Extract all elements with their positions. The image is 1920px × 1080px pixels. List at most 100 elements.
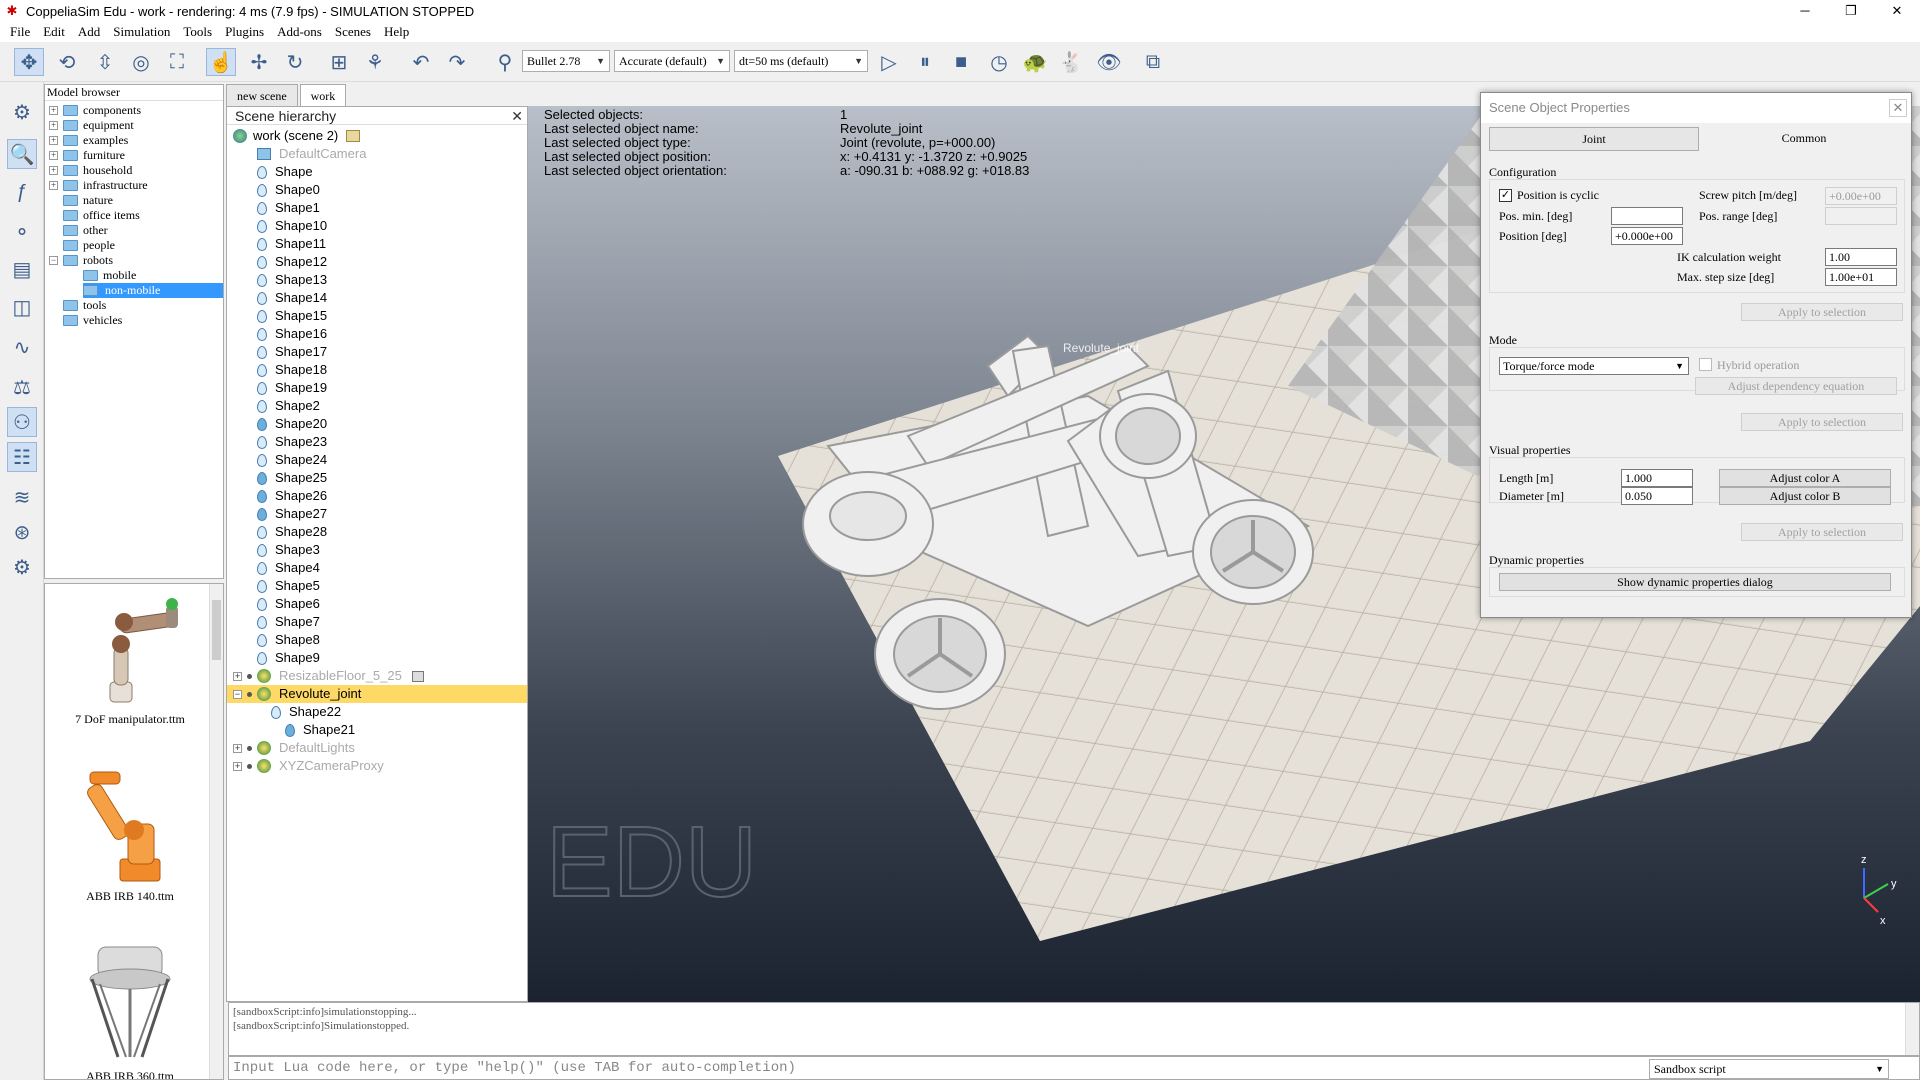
ik-weight-field[interactable]: 1.00 (1825, 248, 1897, 266)
hierarchy-item[interactable]: Shape4 (227, 559, 320, 577)
lua-input[interactable]: Input Lua code here, or type "help()" (u… (233, 1060, 796, 1076)
menu-scenes[interactable]: Scenes (329, 24, 378, 40)
hierarchy-item[interactable]: Shape5 (227, 577, 320, 595)
selection-icon[interactable]: ⚖ (7, 372, 37, 402)
hierarchy-item[interactable]: Shape28 (227, 523, 327, 541)
script-icon[interactable] (411, 670, 424, 682)
hierarchy-item[interactable]: + XYZCameraProxy (227, 757, 384, 775)
menu-file[interactable]: File (4, 24, 37, 40)
video-recorder-icon[interactable]: ⊛ (7, 517, 37, 547)
apply-config-button[interactable]: Apply to selection (1741, 303, 1903, 321)
hierarchy-item[interactable]: Shape6 (227, 595, 320, 613)
folder-examples[interactable]: + examples (49, 133, 128, 148)
model-browser-toggle-icon[interactable]: ⚇ (7, 407, 37, 437)
undo-icon[interactable]: ↶ (406, 48, 436, 76)
object-properties-icon[interactable]: 🔍 (7, 139, 37, 169)
hierarchy-item[interactable]: Shape13 (227, 271, 327, 289)
expand-icon[interactable]: + (49, 151, 58, 160)
hierarchy-item[interactable]: Shape19 (227, 379, 327, 397)
model-thumb-abb360[interactable]: ABB IRB 360.ttm (55, 939, 205, 1079)
calculation-modules-icon[interactable]: ƒ (7, 177, 37, 207)
scene-hierarchy-toggle-icon[interactable]: ☷ (7, 442, 37, 472)
slow-down-icon[interactable]: 🐢 (1020, 48, 1050, 76)
hierarchy-item[interactable]: Shape12 (227, 253, 327, 271)
tab-common[interactable]: Common (1703, 127, 1905, 151)
folder-components[interactable]: + components (49, 103, 141, 118)
mode-select[interactable]: Torque/force mode ▼ (1499, 357, 1689, 375)
user-settings-icon[interactable]: ⚙ (7, 552, 37, 582)
shape-edit-icon[interactable]: ◫ (7, 292, 37, 322)
hierarchy-item[interactable]: DefaultCamera (227, 145, 366, 163)
adjust-dependency-button[interactable]: Adjust dependency equation (1695, 377, 1897, 395)
adjust-color-b-button[interactable]: Adjust color B (1719, 487, 1891, 505)
thumbnails-scrollbar[interactable] (209, 584, 223, 1079)
script-icon[interactable] (346, 130, 361, 142)
collections-icon[interactable]: ⚬ (7, 217, 37, 247)
play-icon[interactable]: ▷ (874, 48, 904, 76)
hierarchy-item[interactable]: + ResizableFloor_5_25 (227, 667, 424, 685)
hierarchy-item[interactable]: Shape17 (227, 343, 327, 361)
hierarchy-item[interactable]: Shape3 (227, 541, 320, 559)
hierarchy-item[interactable]: Shape27 (227, 505, 327, 523)
expand-icon[interactable]: + (49, 166, 58, 175)
menu-tools[interactable]: Tools (177, 24, 219, 40)
path-edit-icon[interactable]: ∿ (7, 332, 37, 362)
simulation-settings-icon[interactable]: ⚙ (7, 97, 37, 127)
length-field[interactable]: 1.000 (1621, 469, 1693, 487)
menu-help[interactable]: Help (378, 24, 416, 40)
visualization-toggle-icon[interactable]: 👁 (1094, 48, 1124, 76)
folder-furniture[interactable]: + furniture (49, 148, 125, 163)
pos-min-field[interactable] (1611, 207, 1683, 225)
expand-icon[interactable]: − (233, 689, 242, 699)
hierarchy-root[interactable]: work (scene 2) (233, 127, 361, 145)
folder-vehicles[interactable]: vehicles (63, 313, 122, 328)
expand-icon[interactable]: + (49, 121, 58, 130)
hierarchy-item[interactable]: Shape11 (227, 235, 326, 253)
hierarchy-item[interactable]: Shape20 (227, 415, 327, 433)
hierarchy-item[interactable]: Shape (227, 163, 313, 181)
expand-icon[interactable]: + (233, 671, 242, 681)
hierarchy-item[interactable]: Shape0 (227, 181, 320, 199)
close-window-button[interactable]: ✕ (1874, 0, 1920, 22)
camera-rotate-icon[interactable]: ⟲ (52, 48, 82, 76)
adjust-color-a-button[interactable]: Adjust color A (1719, 469, 1891, 487)
physics-engine-select[interactable]: Bullet 2.78 ▼ (522, 50, 610, 72)
camera-shift-icon[interactable]: ⇳ (90, 48, 120, 76)
menu-edit[interactable]: Edit (37, 24, 72, 40)
position-field[interactable]: +0.000e+00 (1611, 227, 1683, 245)
hierarchy-item[interactable]: Shape26 (227, 487, 327, 505)
accuracy-select[interactable]: Accurate (default) ▼ (614, 50, 730, 72)
pos-range-field[interactable] (1825, 207, 1897, 225)
expand-icon[interactable]: + (49, 106, 58, 115)
redo-icon[interactable]: ↷ (442, 48, 472, 76)
hierarchy-item[interactable]: Shape1 (227, 199, 320, 217)
hierarchy-item[interactable]: Shape24 (227, 451, 327, 469)
folder-household[interactable]: + household (49, 163, 132, 178)
expand-icon[interactable]: + (49, 136, 58, 145)
hierarchy-item[interactable]: Shape2 (227, 397, 320, 415)
folder-infrastructure[interactable]: + infrastructure (49, 178, 148, 193)
screw-pitch-field[interactable]: +0.00e+00 (1825, 187, 1897, 205)
folder-mobile[interactable]: mobile (83, 268, 136, 283)
pause-icon[interactable]: ⏸ (910, 48, 940, 76)
cyclic-checkbox[interactable]: ✓ (1499, 189, 1512, 202)
max-step-field[interactable]: 1.00e+01 (1825, 268, 1897, 286)
maximize-button[interactable]: ❐ (1828, 0, 1874, 22)
menu-simulation[interactable]: Simulation (107, 24, 177, 40)
scripts-icon[interactable]: ▤ (7, 254, 37, 284)
hierarchy-item[interactable]: Shape15 (227, 307, 327, 325)
apply-visual-button[interactable]: Apply to selection (1741, 523, 1903, 541)
folder-non-mobile[interactable]: non-mobile (83, 283, 223, 298)
close-icon[interactable]: ✕ (511, 107, 523, 125)
show-dynamic-properties-button[interactable]: Show dynamic properties dialog (1499, 573, 1891, 591)
scrollbar-thumb[interactable] (212, 600, 221, 660)
folder-nature[interactable]: nature (63, 193, 113, 208)
object-shift-icon[interactable]: ✢ (244, 48, 274, 76)
hierarchy-item[interactable]: Shape22 (227, 703, 341, 721)
folder-office-items[interactable]: office items (63, 208, 140, 223)
hierarchy-item[interactable]: Shape14 (227, 289, 327, 307)
layers-icon[interactable]: ≋ (7, 482, 37, 512)
tab-new-scene[interactable]: new scene (226, 84, 298, 106)
hierarchy-item[interactable]: Shape18 (227, 361, 327, 379)
transfer-dna-icon[interactable]: ⚘ (360, 48, 390, 76)
